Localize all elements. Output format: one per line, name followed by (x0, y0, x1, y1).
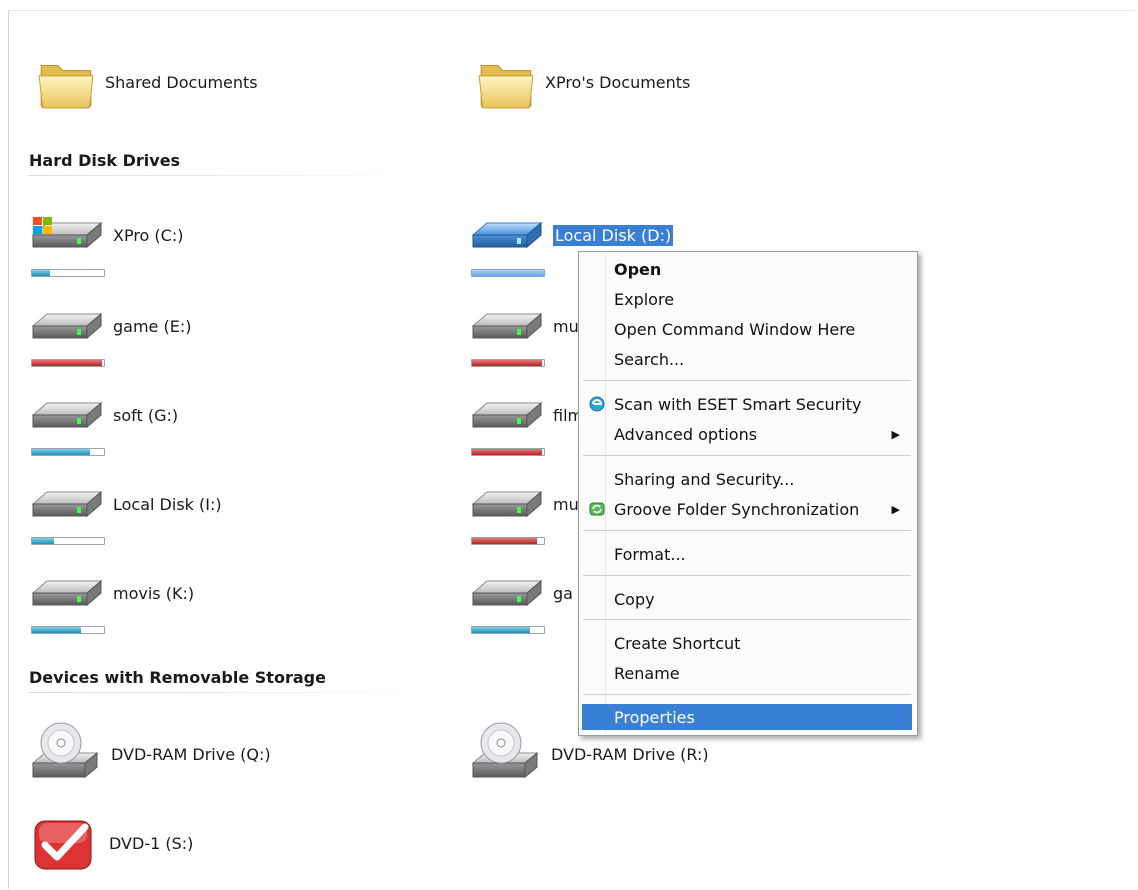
menu-item-open[interactable]: Open (582, 256, 912, 282)
drive-item-k[interactable]: movis (K:) (29, 573, 194, 613)
drive-label: ga (553, 583, 573, 603)
drive-icon (469, 395, 545, 435)
menu-item-label: Open Command Window Here (614, 319, 856, 339)
menu-item-advanced-options[interactable]: Advanced options ▶ (582, 421, 912, 447)
drive-label: mu (553, 494, 579, 514)
drive-usage-bar (31, 448, 105, 456)
menu-item-scan-eset[interactable]: Scan with ESET Smart Security (582, 391, 912, 417)
drive-item-d[interactable]: Local Disk (D:) (469, 215, 674, 255)
drive-usage-bar (31, 269, 105, 277)
folder-item[interactable]: Shared Documents (35, 51, 258, 113)
drive-usage-bar (471, 626, 545, 634)
drive-usage-bar (471, 537, 545, 545)
menu-item-create-shortcut[interactable]: Create Shortcut (582, 630, 912, 656)
drive-label: Local Disk (I:) (113, 494, 222, 514)
drive-label-selected: Local Disk (D:) (553, 224, 674, 246)
menu-item-label: Scan with ESET Smart Security (614, 394, 862, 414)
context-menu: Open Explore Open Command Window Here Se… (578, 251, 918, 736)
section-heading-hard-disk-drives: Hard Disk Drives (29, 151, 181, 170)
drive-label: soft (G:) (113, 405, 179, 425)
menu-item-explore[interactable]: Explore (582, 286, 912, 312)
drive-usage-bar (31, 626, 105, 634)
explorer-content: Shared Documents XPro's Documents Hard D… (8, 10, 1135, 889)
drive-item-c[interactable]: XPro (C:) (29, 215, 183, 255)
menu-item-format[interactable]: Format... (582, 541, 912, 567)
menu-separator (583, 694, 911, 695)
menu-item-label: Sharing and Security... (614, 469, 795, 489)
menu-item-label: Explore (614, 289, 675, 309)
section-divider (29, 692, 449, 693)
drive-usage-bar (471, 269, 545, 277)
menu-item-search[interactable]: Search... (582, 346, 912, 372)
section-heading-removable-storage: Devices with Removable Storage (29, 668, 326, 687)
drive-item[interactable]: mu (469, 484, 579, 524)
dvd-app-icon (34, 820, 92, 870)
menu-separator (583, 575, 911, 576)
drive-icon (469, 215, 545, 255)
folder-item[interactable]: XPro's Documents (475, 51, 690, 113)
drive-icon (469, 573, 545, 613)
menu-item-sharing-security[interactable]: Sharing and Security... (582, 466, 912, 492)
menu-separator (583, 619, 911, 620)
drive-item-e[interactable]: game (E:) (29, 306, 191, 346)
drive-label: XPro (C:) (113, 225, 184, 245)
menu-separator (583, 380, 911, 381)
dvd-drive-icon (467, 719, 543, 789)
drive-icon (29, 395, 105, 435)
drive-item[interactable]: film (469, 395, 583, 435)
menu-item-open-command-window[interactable]: Open Command Window Here (582, 316, 912, 342)
menu-item-label: Advanced options (614, 424, 758, 444)
drive-label: DVD-1 (S:) (109, 833, 194, 853)
menu-item-groove-sync[interactable]: Groove Folder Synchronization ▶ (582, 496, 912, 522)
drive-icon (469, 306, 545, 346)
drive-icon (29, 484, 105, 524)
submenu-arrow-icon: ▶ (891, 502, 900, 516)
drive-item-g[interactable]: soft (G:) (29, 395, 178, 435)
drive-label: movis (K:) (113, 583, 195, 603)
drive-label: DVD-RAM Drive (R:) (551, 744, 709, 764)
drive-label: game (E:) (113, 316, 192, 336)
drive-icon (469, 484, 545, 524)
menu-item-label: Search... (614, 349, 685, 369)
menu-item-label: Rename (614, 663, 680, 683)
menu-item-label: Create Shortcut (614, 633, 741, 653)
drive-label: DVD-RAM Drive (Q:) (111, 744, 271, 764)
eset-icon (589, 396, 605, 412)
drive-usage-bar (471, 448, 545, 456)
menu-item-label: Copy (614, 589, 655, 609)
folder-label: Shared Documents (105, 72, 258, 92)
menu-item-label: Groove Folder Synchronization (614, 499, 860, 519)
drive-icon (29, 306, 105, 346)
submenu-arrow-icon: ▶ (891, 427, 900, 441)
drive-icon (29, 573, 105, 613)
menu-item-label: Format... (614, 544, 686, 564)
section-divider (29, 175, 429, 176)
menu-separator (583, 530, 911, 531)
dvd-drive-item-q[interactable]: DVD-RAM Drive (Q:) (27, 719, 271, 789)
menu-item-copy[interactable]: Copy (582, 586, 912, 612)
dvd-app-item-s[interactable]: DVD-1 (S:) (29, 811, 193, 875)
drive-item[interactable]: mu (469, 306, 579, 346)
drive-usage-bar (31, 537, 105, 545)
folder-icon (475, 51, 537, 113)
dvd-drive-icon (27, 719, 103, 789)
drive-item-i[interactable]: Local Disk (I:) (29, 484, 222, 524)
windows-drive-icon (29, 217, 105, 255)
menu-item-rename[interactable]: Rename (582, 660, 912, 686)
folder-label: XPro's Documents (545, 72, 691, 92)
menu-separator (583, 455, 911, 456)
menu-item-label: Open (614, 259, 662, 279)
folder-icon (35, 51, 97, 113)
drive-label: mu (553, 316, 579, 336)
drive-usage-bar (471, 359, 545, 367)
menu-item-label: Properties (614, 707, 695, 727)
menu-item-properties[interactable]: Properties (582, 704, 912, 730)
groove-icon (589, 502, 605, 516)
drive-usage-bar (31, 359, 105, 367)
drive-item[interactable]: ga (469, 573, 573, 613)
